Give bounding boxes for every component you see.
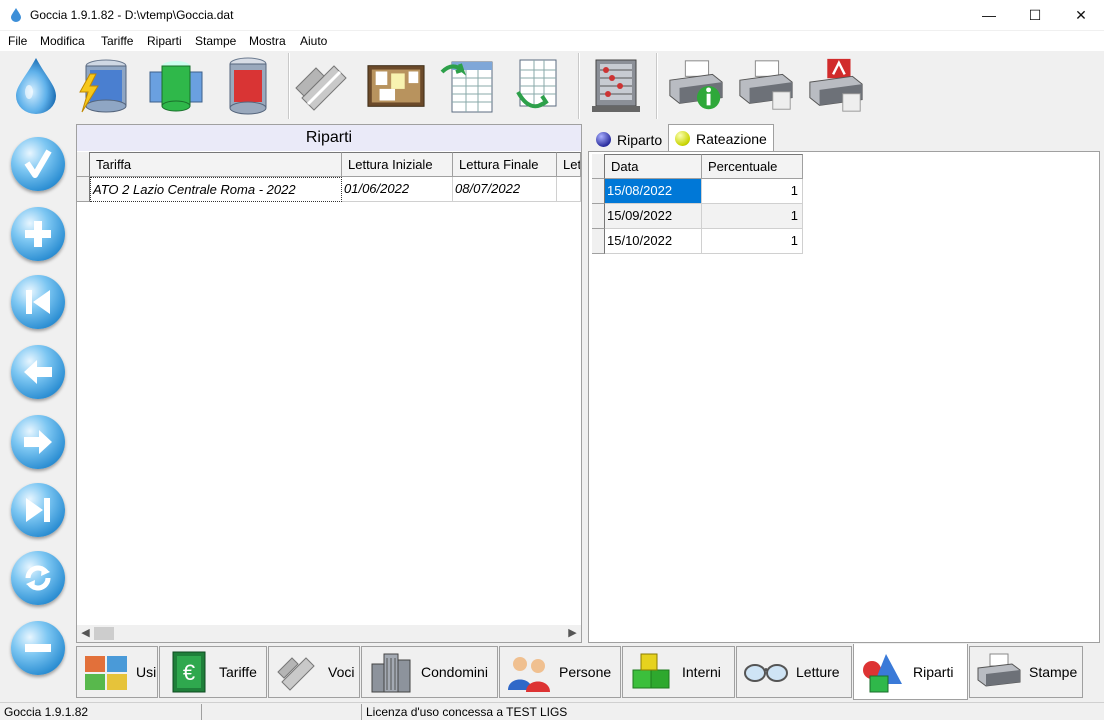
printer-pdf-icon[interactable] <box>806 55 866 117</box>
tab-condomini[interactable]: Condomini <box>361 646 498 698</box>
pipes-icon <box>274 650 322 694</box>
title-bar: Goccia 1.9.1.82 - D:\vtemp\Goccia.dat — … <box>0 0 1104 31</box>
tab-riparti[interactable]: Riparti <box>853 644 968 700</box>
table-cell-selected[interactable]: 15/08/2022 <box>605 179 702 204</box>
scroll-right-icon[interactable]: ▶ <box>564 625 581 642</box>
tab-stampe[interactable]: Stampe <box>969 646 1083 698</box>
next-record-icon[interactable] <box>11 415 65 469</box>
tab-rateazione[interactable]: Rateazione <box>668 124 774 152</box>
printer-icon <box>975 650 1023 694</box>
usi-icon <box>82 650 130 694</box>
column-header-tariffa[interactable]: Tariffa <box>90 152 342 177</box>
menu-bar: File Modifica Tariffe Riparti Stampe Mos… <box>0 31 1104 51</box>
scroll-thumb[interactable] <box>94 627 114 640</box>
table-cell[interactable] <box>557 177 581 202</box>
column-header-data[interactable]: Data <box>605 154 702 179</box>
rateazione-ball-icon <box>675 131 690 146</box>
rateazione-panel: Data Percentuale 15/08/2022 1 15/09/2022… <box>588 151 1100 643</box>
bulletin-board-icon[interactable] <box>366 55 426 117</box>
table-cell[interactable]: 08/07/2022 <box>453 177 557 202</box>
riparti-panel: Riparti Tariffa Lettura Iniziale Lettura… <box>76 124 582 643</box>
tab-tariffe[interactable]: € Tariffe <box>159 646 267 698</box>
euro-book-icon: € <box>165 650 213 694</box>
table-cell[interactable]: 1 <box>702 204 803 229</box>
spreadsheet-import-icon[interactable] <box>438 55 498 117</box>
bottom-tab-strip: Usi € Tariffe Voci Condomini Persone Int… <box>74 644 1104 700</box>
column-header-percentuale[interactable]: Percentuale <box>702 154 803 179</box>
pipes-icon[interactable] <box>294 55 354 117</box>
status-middle <box>202 704 362 720</box>
printer-icon[interactable] <box>736 55 796 117</box>
energy-database-icon[interactable] <box>74 55 134 117</box>
table-cell[interactable]: 1 <box>702 229 803 254</box>
table-cell[interactable]: 01/06/2022 <box>342 177 453 202</box>
menu-aiuto[interactable]: Aiuto <box>300 34 327 48</box>
table-cell[interactable]: 15/09/2022 <box>605 204 702 229</box>
first-record-icon[interactable] <box>11 275 65 329</box>
riparti-caption: Riparti <box>77 125 581 151</box>
menu-riparti[interactable]: Riparti <box>147 34 182 48</box>
toolbar <box>0 51 1104 123</box>
last-record-icon[interactable] <box>11 483 65 537</box>
water-drop-icon <box>11 8 21 22</box>
tab-usi[interactable]: Usi <box>76 646 158 698</box>
tab-riparto[interactable]: Riparto <box>590 127 668 152</box>
column-header-lettura-finale[interactable]: Lettura Finale <box>453 152 557 177</box>
menu-modifica[interactable]: Modifica <box>40 34 85 48</box>
tab-persone[interactable]: Persone <box>499 646 621 698</box>
printer-info-icon[interactable] <box>666 55 726 117</box>
refresh-icon[interactable] <box>11 551 65 605</box>
close-button[interactable]: ✕ <box>1058 0 1104 30</box>
tab-interni[interactable]: Interni <box>622 646 735 698</box>
scroll-left-icon[interactable]: ◀ <box>77 625 94 642</box>
tab-voci[interactable]: Voci <box>268 646 360 698</box>
confirm-icon[interactable] <box>11 137 65 191</box>
status-version: Goccia 1.9.1.82 <box>0 704 202 720</box>
cubes-icon <box>628 650 676 694</box>
red-database-icon[interactable] <box>218 55 278 117</box>
record-navigation-bar <box>0 123 74 703</box>
right-tab-strip: Riparto Rateazione <box>588 124 1100 152</box>
glasses-icon <box>742 650 790 694</box>
add-icon[interactable] <box>11 207 65 261</box>
svg-text:€: € <box>183 660 195 685</box>
previous-record-icon[interactable] <box>11 345 65 399</box>
shapes-icon <box>859 650 907 694</box>
menu-file[interactable]: File <box>8 34 27 48</box>
tab-letture[interactable]: Letture <box>736 646 852 698</box>
maximize-button[interactable]: ☐ <box>1012 0 1058 30</box>
table-row[interactable]: ATO 2 Lazio Centrale Roma - 2022 <box>90 177 342 202</box>
buildings-icon <box>367 650 415 694</box>
status-bar: Goccia 1.9.1.82 Licenza d'uso concessa a… <box>0 702 1104 720</box>
table-cell[interactable]: 15/10/2022 <box>605 229 702 254</box>
menu-tariffe[interactable]: Tariffe <box>101 34 133 48</box>
people-icon <box>505 650 553 694</box>
abacus-icon[interactable] <box>586 55 646 117</box>
menu-stampe[interactable]: Stampe <box>195 34 236 48</box>
water-drop-icon[interactable] <box>6 55 66 117</box>
horizontal-scrollbar[interactable]: ◀ ▶ <box>77 625 581 642</box>
minimize-button[interactable]: — <box>966 0 1012 30</box>
riparto-ball-icon <box>596 132 611 147</box>
table-cell[interactable]: 1 <box>702 179 803 204</box>
window-title: Goccia 1.9.1.82 - D:\vtemp\Goccia.dat <box>30 8 234 22</box>
remove-icon[interactable] <box>11 621 65 675</box>
column-header-lettura-iniziale[interactable]: Lettura Iniziale <box>342 152 453 177</box>
menu-mostra[interactable]: Mostra <box>249 34 286 48</box>
multi-database-icon[interactable] <box>146 55 206 117</box>
column-header-lettura[interactable]: Let <box>557 152 581 177</box>
spreadsheet-export-icon[interactable] <box>508 55 568 117</box>
status-license: Licenza d'uso concessa a TEST LIGS <box>366 705 568 719</box>
